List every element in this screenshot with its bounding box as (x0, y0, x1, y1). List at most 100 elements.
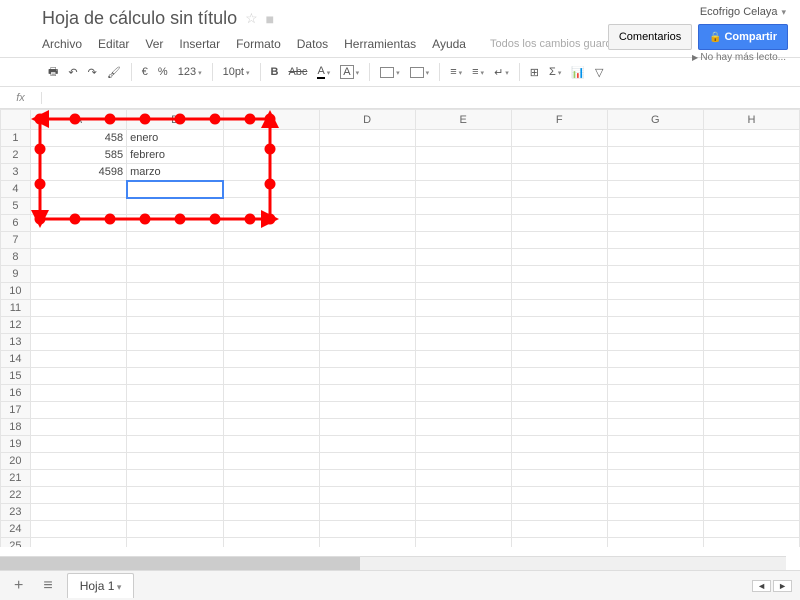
cell-B18[interactable] (127, 419, 223, 436)
sheet-tab[interactable]: Hoja 1 (67, 573, 135, 598)
percent-button[interactable]: % (154, 63, 172, 81)
cell-F15[interactable] (511, 368, 607, 385)
cell-C1[interactable] (223, 130, 319, 147)
cell-D12[interactable] (319, 317, 415, 334)
row-header-11[interactable]: 11 (1, 300, 31, 317)
cell-E13[interactable] (415, 334, 511, 351)
cell-D14[interactable] (319, 351, 415, 368)
cell-C24[interactable] (223, 521, 319, 538)
cell-H22[interactable] (703, 487, 799, 504)
cell-G11[interactable] (607, 300, 703, 317)
cell-H2[interactable] (703, 147, 799, 164)
row-header-16[interactable]: 16 (1, 385, 31, 402)
cell-H9[interactable] (703, 266, 799, 283)
cell-G5[interactable] (607, 198, 703, 215)
print-icon[interactable]: 🖶 (44, 60, 62, 85)
row-header-4[interactable]: 4 (1, 181, 31, 198)
cell-A6[interactable] (30, 215, 126, 232)
cell-A1[interactable]: 458 (30, 130, 126, 147)
share-button[interactable]: Compartir (698, 24, 788, 50)
cell-A12[interactable] (30, 317, 126, 334)
cell-F4[interactable] (511, 181, 607, 198)
cell-A7[interactable] (30, 232, 126, 249)
cell-B10[interactable] (127, 283, 223, 300)
doc-title[interactable]: Hoja de cálculo sin título (42, 8, 237, 29)
cell-G16[interactable] (607, 385, 703, 402)
cell-D11[interactable] (319, 300, 415, 317)
cell-G15[interactable] (607, 368, 703, 385)
row-header-14[interactable]: 14 (1, 351, 31, 368)
chart-button[interactable]: 📊 (567, 63, 589, 82)
cell-C12[interactable] (223, 317, 319, 334)
cell-H11[interactable] (703, 300, 799, 317)
cell-H4[interactable] (703, 181, 799, 198)
cell-H14[interactable] (703, 351, 799, 368)
row-header-5[interactable]: 5 (1, 198, 31, 215)
cell-E1[interactable] (415, 130, 511, 147)
cell-C19[interactable] (223, 436, 319, 453)
row-header-12[interactable]: 12 (1, 317, 31, 334)
cell-G25[interactable] (607, 538, 703, 548)
scroll-left-button[interactable]: ◄ (752, 580, 771, 592)
cell-D5[interactable] (319, 198, 415, 215)
cell-F3[interactable] (511, 164, 607, 181)
cell-F19[interactable] (511, 436, 607, 453)
cell-E7[interactable] (415, 232, 511, 249)
cell-A19[interactable] (30, 436, 126, 453)
cell-C20[interactable] (223, 453, 319, 470)
align-h-button[interactable]: ≡ (446, 63, 466, 81)
cell-H15[interactable] (703, 368, 799, 385)
comments-button[interactable]: Comentarios (608, 24, 692, 50)
row-header-9[interactable]: 9 (1, 266, 31, 283)
cell-H7[interactable] (703, 232, 799, 249)
redo-icon[interactable]: ↷ (84, 63, 101, 82)
cell-A18[interactable] (30, 419, 126, 436)
cell-F22[interactable] (511, 487, 607, 504)
cell-A11[interactable] (30, 300, 126, 317)
cell-B13[interactable] (127, 334, 223, 351)
cell-F5[interactable] (511, 198, 607, 215)
row-header-10[interactable]: 10 (1, 283, 31, 300)
cell-D4[interactable] (319, 181, 415, 198)
cell-F12[interactable] (511, 317, 607, 334)
cell-B17[interactable] (127, 402, 223, 419)
cell-G13[interactable] (607, 334, 703, 351)
cell-E19[interactable] (415, 436, 511, 453)
bold-button[interactable]: B (267, 63, 283, 81)
cell-C9[interactable] (223, 266, 319, 283)
cell-E23[interactable] (415, 504, 511, 521)
col-header-G[interactable]: G (607, 110, 703, 130)
cell-G12[interactable] (607, 317, 703, 334)
cell-E2[interactable] (415, 147, 511, 164)
cell-G1[interactable] (607, 130, 703, 147)
row-header-19[interactable]: 19 (1, 436, 31, 453)
cell-H18[interactable] (703, 419, 799, 436)
text-color-button[interactable]: A (313, 62, 334, 82)
cell-E18[interactable] (415, 419, 511, 436)
cell-G6[interactable] (607, 215, 703, 232)
cell-E15[interactable] (415, 368, 511, 385)
cell-H1[interactable] (703, 130, 799, 147)
cell-C7[interactable] (223, 232, 319, 249)
cell-A13[interactable] (30, 334, 126, 351)
star-icon[interactable]: ☆ (245, 10, 258, 27)
cell-H25[interactable] (703, 538, 799, 548)
cell-G10[interactable] (607, 283, 703, 300)
cell-G18[interactable] (607, 419, 703, 436)
cell-E9[interactable] (415, 266, 511, 283)
row-header-24[interactable]: 24 (1, 521, 31, 538)
cell-G2[interactable] (607, 147, 703, 164)
cell-G3[interactable] (607, 164, 703, 181)
cell-B7[interactable] (127, 232, 223, 249)
cell-F9[interactable] (511, 266, 607, 283)
row-header-20[interactable]: 20 (1, 453, 31, 470)
all-sheets-button[interactable]: ≡ (37, 577, 58, 595)
cell-D24[interactable] (319, 521, 415, 538)
cell-F18[interactable] (511, 419, 607, 436)
cell-A14[interactable] (30, 351, 126, 368)
row-header-18[interactable]: 18 (1, 419, 31, 436)
cell-C16[interactable] (223, 385, 319, 402)
cell-D15[interactable] (319, 368, 415, 385)
cell-G22[interactable] (607, 487, 703, 504)
scroll-right-button[interactable]: ► (773, 580, 792, 592)
